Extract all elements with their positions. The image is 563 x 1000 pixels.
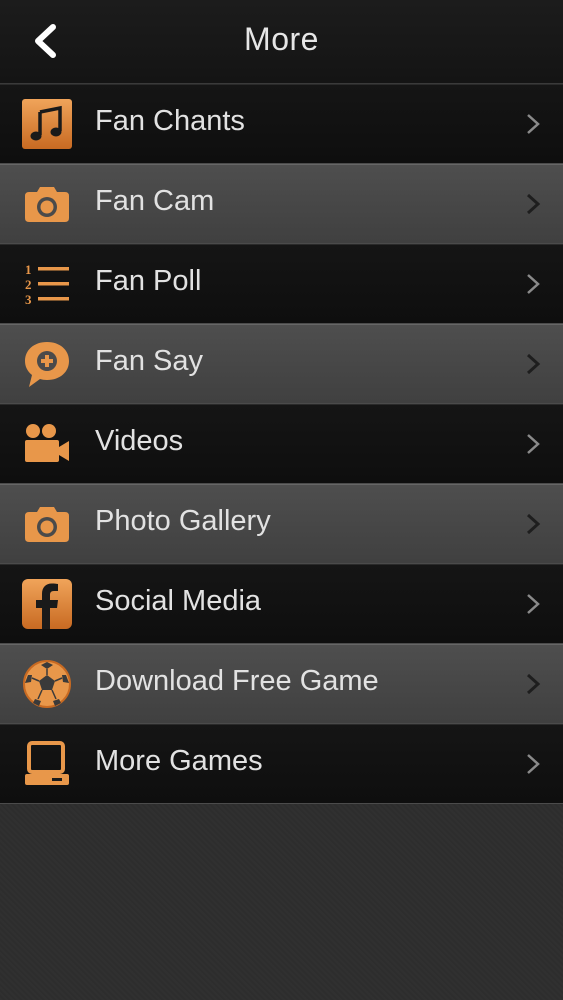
- chevron-right-icon: [527, 594, 540, 614]
- empty-background: [0, 804, 563, 1000]
- menu-item-label: Videos: [95, 425, 184, 457]
- menu-item-social-media[interactable]: Social Media: [0, 564, 563, 644]
- video-camera-icon: [21, 418, 73, 470]
- chevron-right-icon: [527, 114, 540, 134]
- chevron-right-icon: [526, 673, 541, 695]
- chevron-right-icon: [526, 353, 541, 375]
- soccer-ball-icon: [21, 658, 73, 710]
- menu-item-fan-poll[interactable]: 1 2 3 Fan Poll: [0, 244, 563, 324]
- chevron-right-icon: [526, 193, 541, 215]
- camera-icon: [21, 498, 73, 550]
- menu-item-label: Photo Gallery: [95, 505, 271, 537]
- speech-bubble-plus-icon: [21, 338, 73, 390]
- numbered-list-icon: 1 2 3: [21, 258, 73, 310]
- screen: More Fan Chants Fan Cam 1 2 3 Fan Poll F…: [0, 0, 563, 1000]
- nav-bar: More: [0, 0, 563, 84]
- menu-item-label: Social Media: [95, 585, 262, 617]
- menu-item-label: Fan Chants: [95, 105, 245, 137]
- svg-text:2: 2: [25, 277, 32, 292]
- camera-icon: [21, 178, 73, 230]
- menu-item-label: Fan Poll: [95, 265, 202, 297]
- svg-text:1: 1: [25, 262, 32, 277]
- menu-item-fan-say[interactable]: Fan Say: [0, 324, 563, 404]
- menu-item-videos[interactable]: Videos: [0, 404, 563, 484]
- chevron-right-icon: [527, 434, 540, 454]
- svg-text:3: 3: [25, 292, 32, 307]
- menu-item-fan-chants[interactable]: Fan Chants: [0, 84, 563, 164]
- menu-item-label: Download Free Game: [95, 665, 379, 697]
- music-note-icon: [21, 98, 73, 150]
- menu-item-photo-gallery[interactable]: Photo Gallery: [0, 484, 563, 564]
- chevron-right-icon: [527, 274, 540, 294]
- page-title: More: [244, 21, 319, 57]
- menu-item-more-games[interactable]: More Games: [0, 724, 563, 804]
- menu-list: Fan Chants Fan Cam 1 2 3 Fan Poll Fan Sa…: [0, 84, 563, 804]
- menu-item-label: Fan Cam: [95, 185, 215, 217]
- computer-icon: [21, 738, 73, 790]
- menu-item-fan-cam[interactable]: Fan Cam: [0, 164, 563, 244]
- facebook-icon: [21, 578, 73, 630]
- menu-item-label: Fan Say: [95, 345, 203, 377]
- menu-item-download-free-game[interactable]: Download Free Game: [0, 644, 563, 724]
- chevron-right-icon: [527, 754, 540, 774]
- chevron-right-icon: [526, 513, 541, 535]
- menu-item-label: More Games: [95, 745, 263, 777]
